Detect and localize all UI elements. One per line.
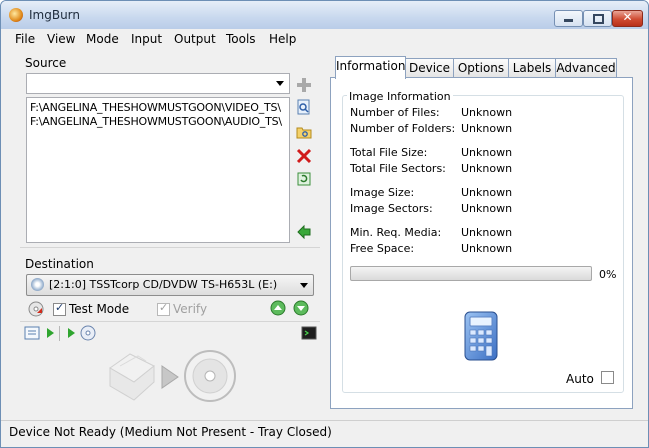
info-label: Free Space: [350, 242, 415, 255]
calculator-icon[interactable] [463, 310, 499, 362]
info-value: Unknown [461, 162, 513, 175]
chevron-down-icon [276, 81, 284, 86]
build-button[interactable] [104, 348, 238, 404]
tab-labels[interactable]: Labels [508, 58, 556, 78]
close-icon: ✕ [622, 10, 633, 24]
destination-drive-value: [2:1:0] TSSTcorp CD/DVDW TS-H653L (E:) [49, 278, 278, 291]
info-value: Unknown [461, 202, 513, 215]
speed-down-icon[interactable] [293, 300, 309, 316]
list-item[interactable]: F:\ANGELINA_THESHOWMUSTGOON\AUDIO_TS\ [30, 115, 282, 128]
source-file-list[interactable]: F:\ANGELINA_THESHOWMUSTGOON\VIDEO_TS\ F:… [26, 97, 290, 243]
maximize-icon [593, 14, 604, 24]
toolbar-divider [59, 326, 60, 341]
test-mode-checkbox[interactable] [53, 301, 66, 316]
source-divider [20, 247, 320, 248]
maximize-button[interactable] [583, 10, 612, 27]
information-panel: Image Information Number of Files: Unkno… [330, 77, 633, 409]
auto-label: Auto [566, 372, 594, 386]
window-title: ImgBurn [29, 8, 81, 22]
menu-input[interactable]: Input [131, 32, 162, 46]
menu-tools[interactable]: Tools [226, 32, 256, 46]
info-label: Number of Folders: [350, 122, 456, 135]
list-item[interactable]: F:\ANGELINA_THESHOWMUSTGOON\VIDEO_TS\ [30, 101, 281, 114]
speed-up-icon[interactable] [270, 300, 286, 316]
tab-device[interactable]: Device [405, 58, 454, 78]
chevron-down-icon [300, 283, 308, 288]
info-label: Total File Sectors: [350, 162, 446, 175]
green-arrow-icon[interactable] [296, 223, 312, 239]
plus-icon[interactable] [296, 77, 312, 93]
info-value: Unknown [461, 186, 513, 199]
tab-information[interactable]: Information [335, 56, 406, 79]
console-icon[interactable] [301, 325, 317, 341]
info-label: Image Size: [350, 186, 415, 199]
drive-icon [31, 278, 44, 291]
destination-divider [20, 321, 320, 322]
browse-file-icon[interactable] [296, 99, 312, 115]
status-bar: Device Not Ready (Medium Not Present - T… [1, 420, 648, 447]
destination-drive-select[interactable]: [2:1:0] TSSTcorp CD/DVDW TS-H653L (E:) [26, 274, 314, 296]
play-small-icon[interactable] [63, 325, 79, 341]
menu-view[interactable]: View [47, 32, 75, 46]
menu-bar: File View Mode Input Output Tools Help [1, 29, 648, 49]
build-arrow-icon [161, 365, 179, 389]
info-label: Image Sectors: [350, 202, 433, 215]
minimize-button[interactable] [554, 10, 583, 27]
info-label: Total File Size: [350, 146, 428, 159]
play-small-icon[interactable] [42, 325, 58, 341]
source-combo[interactable] [26, 73, 290, 94]
info-value: Unknown [461, 226, 513, 239]
verify-checkbox[interactable] [157, 301, 170, 316]
menu-file[interactable]: File [15, 32, 35, 46]
menu-output[interactable]: Output [174, 32, 216, 46]
destination-label: Destination [25, 257, 94, 271]
info-value: Unknown [461, 146, 513, 159]
eject-disc-icon[interactable] [28, 301, 44, 317]
title-bar[interactable]: ImgBurn ✕ [1, 1, 648, 30]
info-value: Unknown [461, 106, 513, 119]
progress-bar [350, 266, 592, 281]
verify-label: Verify [173, 302, 208, 316]
info-value: Unknown [461, 242, 513, 255]
tab-options[interactable]: Options [453, 58, 509, 78]
files-icon [109, 353, 155, 401]
refresh-icon[interactable] [296, 171, 312, 187]
info-label: Min. Req. Media: [350, 226, 442, 239]
disc-icon [184, 350, 236, 402]
auto-checkbox[interactable] [601, 371, 614, 384]
menu-mode[interactable]: Mode [86, 32, 119, 46]
test-mode-label: Test Mode [69, 302, 130, 316]
disc-small-icon[interactable] [80, 325, 96, 341]
progress-percent: 0% [599, 268, 617, 281]
info-value: Unknown [461, 122, 513, 135]
log-icon[interactable] [24, 325, 40, 341]
status-text: Device Not Ready (Medium Not Present - T… [9, 425, 332, 439]
close-button[interactable]: ✕ [612, 10, 643, 27]
folder-icon[interactable] [296, 124, 312, 140]
menu-help[interactable]: Help [269, 32, 296, 46]
imgburn-window: ImgBurn ✕ File View Mode Input Output To… [0, 0, 649, 448]
imgburn-logo-icon [9, 8, 23, 22]
source-label: Source [25, 56, 67, 70]
red-x-icon[interactable] [296, 148, 312, 164]
tab-advanced[interactable]: Advanced [555, 58, 617, 78]
info-label: Number of Files: [350, 106, 440, 119]
image-information-label: Image Information [347, 90, 453, 103]
minimize-icon [564, 19, 573, 22]
